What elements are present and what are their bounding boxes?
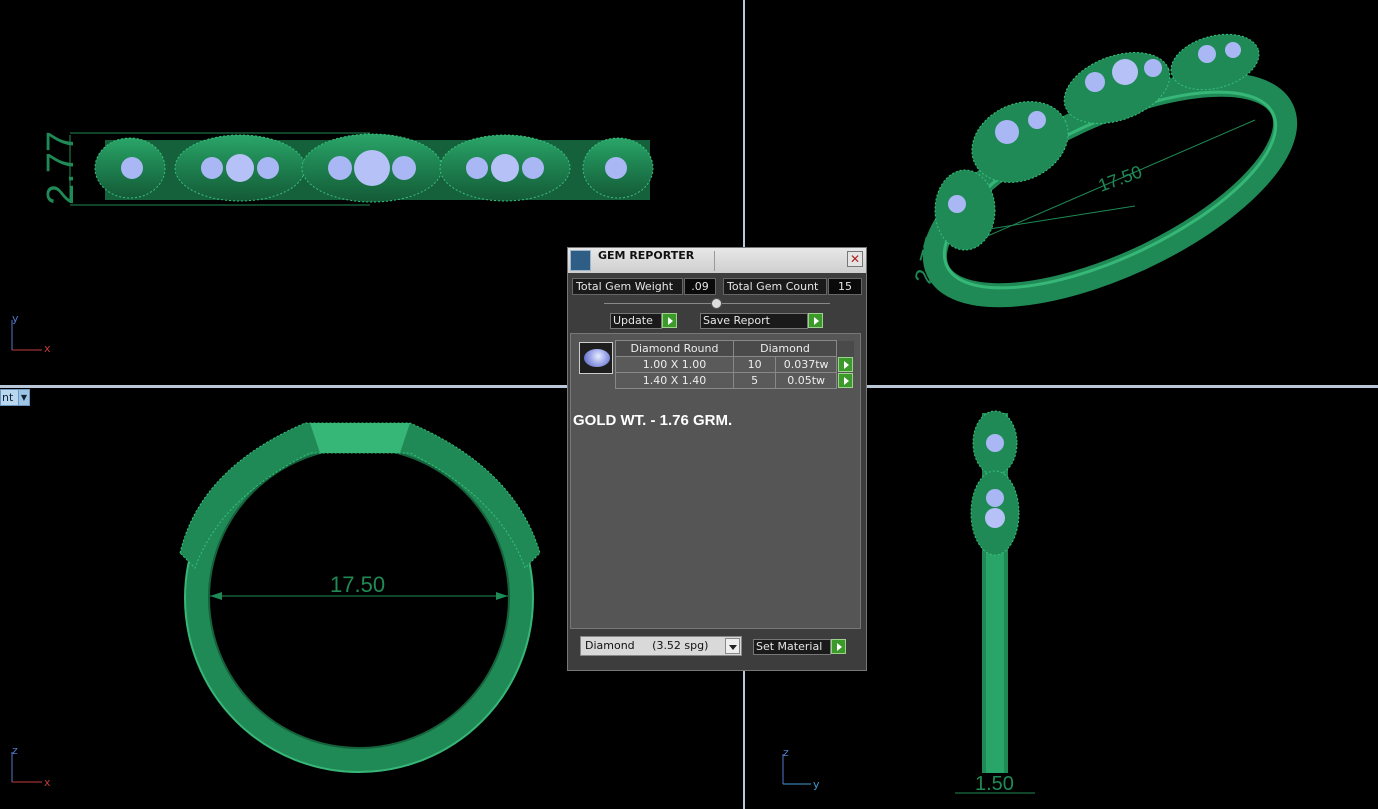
- gem-reporter-icon: [570, 250, 591, 271]
- axis-label-z: z: [12, 744, 18, 757]
- gem-count-cell: 5: [732, 372, 777, 389]
- titlebar-divider: [714, 251, 715, 271]
- update-play-icon[interactable]: [662, 313, 677, 328]
- dimension-height-front: 2.77: [40, 131, 82, 205]
- total-gem-count-value: 15: [828, 278, 862, 295]
- total-gem-weight-label: Total Gem Weight: [572, 278, 683, 295]
- set-material-play-icon[interactable]: [831, 639, 846, 654]
- collapse-toggle-icon[interactable]: [711, 298, 722, 309]
- axis-label-y-right: y: [813, 778, 820, 791]
- gem-table-header: Diamond Round Diamond: [615, 340, 854, 357]
- dimension-inner-diameter: 17.50: [330, 572, 385, 597]
- view-menu-label: nt: [2, 391, 14, 404]
- dialog-titlebar[interactable]: GEM REPORTER ✕: [568, 248, 866, 273]
- gem-material-header: Diamond: [733, 340, 837, 357]
- chevron-down-icon: [725, 638, 740, 654]
- material-select-value: Diamond (3.52 spg): [585, 639, 709, 652]
- dialog-title: GEM REPORTER: [598, 249, 695, 262]
- gem-size-cell: 1.00 X 1.00: [615, 356, 734, 373]
- gold-weight-note: GOLD WT. - 1.76 GRM.: [573, 412, 733, 429]
- round-diamond-icon: [579, 342, 613, 374]
- save-report-play-icon[interactable]: [808, 313, 823, 328]
- total-gem-count-label: Total Gem Count: [723, 278, 827, 295]
- total-gem-weight-value: .09: [684, 278, 716, 295]
- gem-list-panel: Diamond Round Diamond 1.00 X 1.00 10 0.0…: [570, 333, 861, 629]
- gem-weight-cell: 0.037tw: [775, 356, 837, 373]
- view-menu-dropdown[interactable]: nt ▼: [0, 389, 30, 406]
- gem-size-cell: 1.40 X 1.40: [615, 372, 734, 389]
- close-icon[interactable]: ✕: [847, 251, 863, 267]
- gem-table: Diamond Round Diamond 1.00 X 1.00 10 0.0…: [615, 340, 854, 389]
- set-material-button[interactable]: Set Material: [753, 639, 831, 655]
- row-select-play-icon[interactable]: [838, 373, 853, 388]
- dimension-perspective-long: 17.50: [1096, 162, 1145, 196]
- axis-label-x-bottom: x: [44, 776, 51, 789]
- table-row[interactable]: 1.40 X 1.40 5 0.05tw: [615, 372, 854, 389]
- gem-reporter-dialog: GEM REPORTER ✕ Total Gem Weight .09 Tota…: [567, 247, 867, 671]
- gem-count-cell: 10: [732, 356, 777, 373]
- save-report-button[interactable]: Save Report: [700, 313, 808, 329]
- axis-label-z-right: z: [783, 746, 789, 759]
- gem-weight-cell: 0.05tw: [775, 372, 837, 389]
- axis-label-x: x: [44, 342, 51, 355]
- axis-label-y: y: [12, 312, 19, 325]
- gem-shape-header: Diamond Round: [615, 340, 734, 357]
- update-button[interactable]: Update: [610, 313, 662, 329]
- material-select[interactable]: Diamond (3.52 spg): [580, 636, 742, 656]
- chevron-down-icon: ▼: [18, 390, 29, 405]
- table-row[interactable]: 1.00 X 1.00 10 0.037tw: [615, 356, 854, 373]
- row-select-play-icon[interactable]: [838, 357, 853, 372]
- dimension-width: 1.50: [975, 773, 1014, 795]
